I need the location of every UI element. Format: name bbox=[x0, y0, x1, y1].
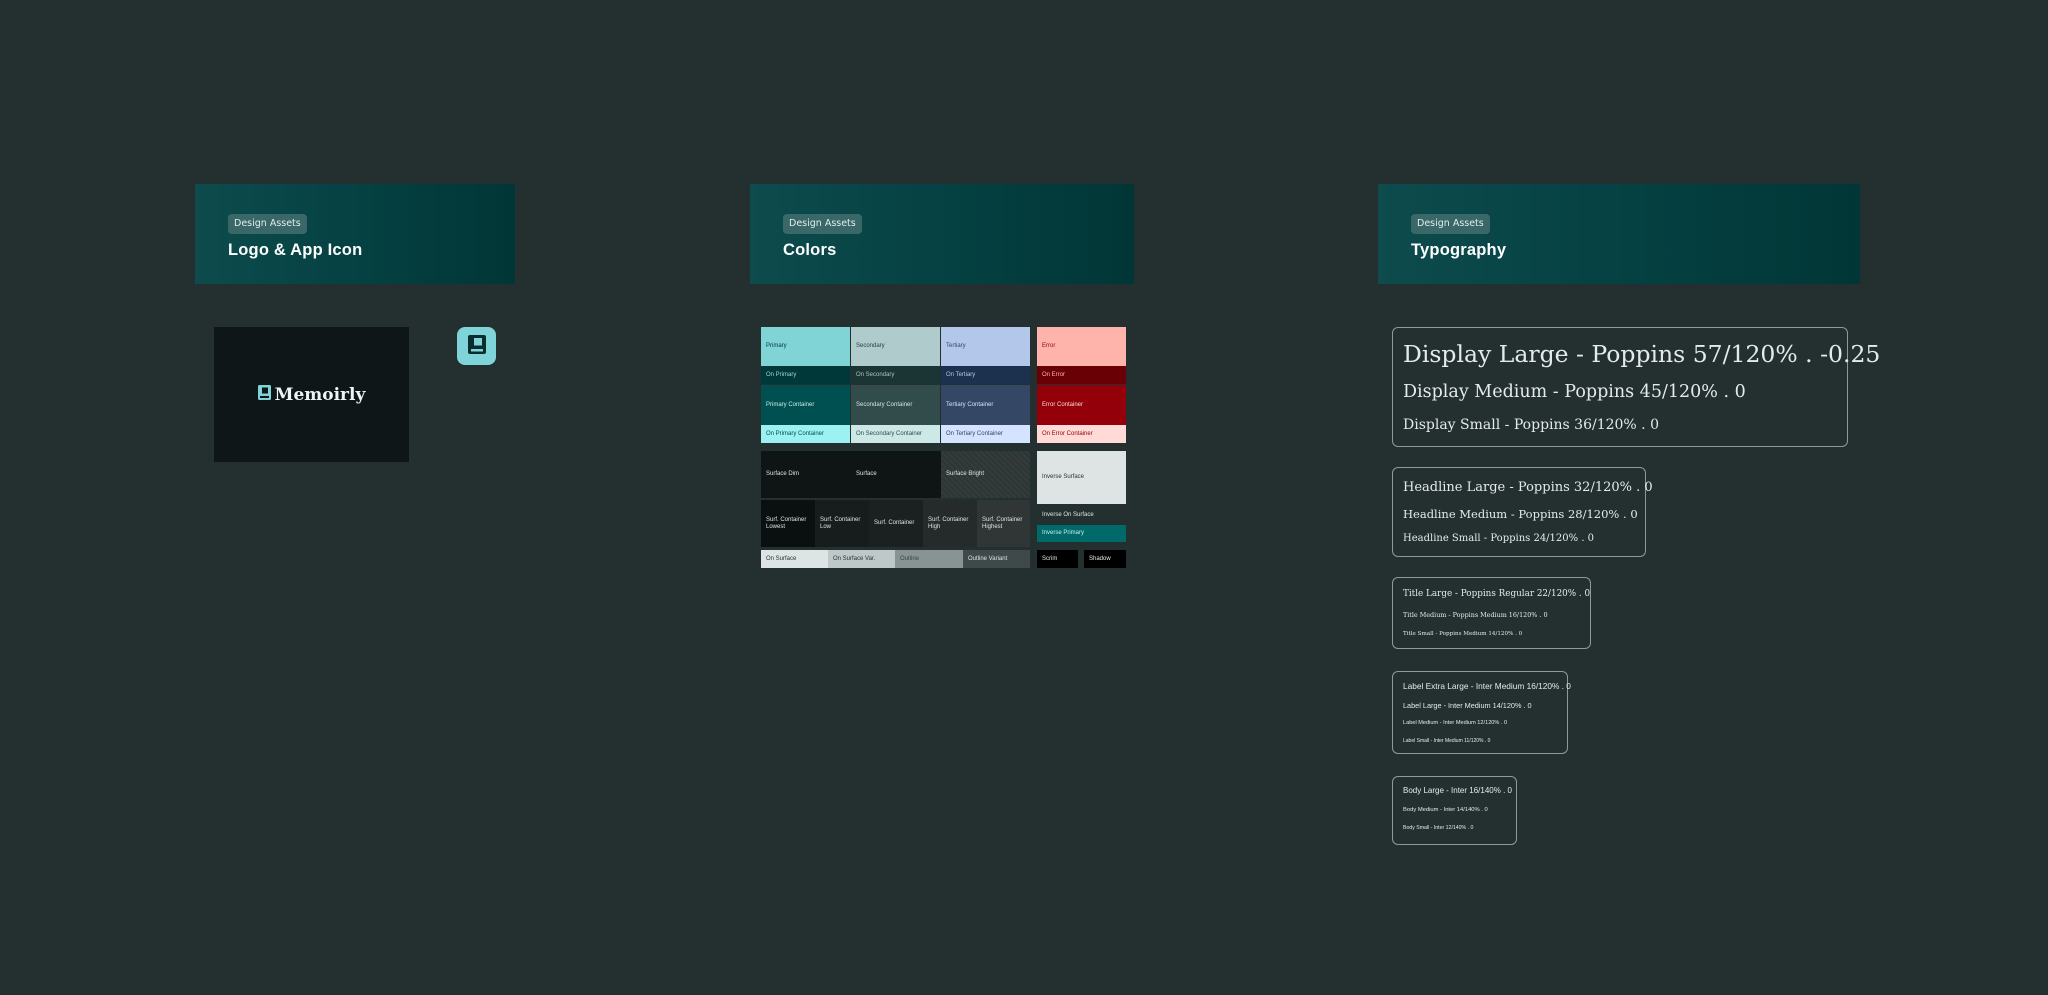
display-styles-box: Display Large - Poppins 57/120% . -0.25 … bbox=[1392, 327, 1880, 447]
swatch-on-error: On Error bbox=[1037, 366, 1126, 384]
swatch-surf-container-low: Surf. Container Low bbox=[815, 500, 869, 547]
display-large-sample: Display Large - Poppins 57/120% . -0.25 bbox=[1403, 340, 1881, 368]
swatch-on-surface: On Surface bbox=[761, 550, 828, 568]
swatch-primary: Primary bbox=[761, 327, 850, 366]
headline-small-sample: Headline Small - Poppins 24/120% . 0 bbox=[1403, 533, 1595, 544]
headline-styles-box: Headline Large - Poppins 32/120% . 0 Hea… bbox=[1392, 467, 1653, 557]
swatch-primary-container: Primary Container bbox=[761, 385, 850, 425]
swatch-error: Error bbox=[1037, 327, 1126, 366]
app-icon bbox=[457, 327, 496, 365]
body-styles-box: Body Large - Inter 16/140% . 0 Body Medi… bbox=[1392, 776, 1517, 845]
label-styles-box: Label Extra Large - Inter Medium 16/120%… bbox=[1392, 671, 1571, 754]
swatch-secondary-container: Secondary Container bbox=[851, 385, 940, 425]
label-extra-large-sample: Label Extra Large - Inter Medium 16/120%… bbox=[1403, 681, 1571, 691]
title-small-sample: Title Small - Poppins Medium 14/120% . 0 bbox=[1403, 631, 1523, 637]
book-icon bbox=[257, 385, 271, 404]
swatch-error-container: Error Container bbox=[1037, 385, 1126, 425]
swatch-on-tertiary: On Tertiary bbox=[941, 366, 1030, 384]
body-large-sample: Body Large - Inter 16/140% . 0 bbox=[1403, 786, 1512, 795]
section-badge: Design Assets bbox=[228, 214, 307, 234]
swatch-scrim: Scrim bbox=[1037, 550, 1078, 568]
swatch-inverse-on-surface: Inverse On Surface bbox=[1037, 506, 1126, 524]
logo-preview-card: Memoirly bbox=[214, 327, 409, 462]
swatch-surf-container-high: Surf. Container High bbox=[923, 500, 977, 547]
swatch-on-error-container: On Error Container bbox=[1037, 425, 1126, 443]
title-large-sample: Title Large - Poppins Regular 22/120% . … bbox=[1403, 589, 1591, 599]
swatch-surface: Surface bbox=[851, 451, 941, 498]
swatch-outline-variant: Outline Variant bbox=[963, 550, 1030, 568]
swatch-on-primary: On Primary bbox=[761, 366, 850, 384]
display-small-sample: Display Small - Poppins 36/120% . 0 bbox=[1403, 417, 1659, 433]
swatch-surf-container: Surf. Container bbox=[869, 500, 923, 547]
colors-section-header: Design Assets Colors bbox=[750, 184, 1134, 284]
headline-medium-sample: Headline Medium - Poppins 28/120% . 0 bbox=[1403, 507, 1638, 521]
swatch-surf-container-lowest: Surf. Container Lowest bbox=[761, 500, 815, 547]
swatch-on-primary-container: On Primary Container bbox=[761, 425, 850, 443]
swatch-inverse-primary: Inverse Primary bbox=[1037, 525, 1126, 542]
title-medium-sample: Title Medium - Poppins Medium 16/120% . … bbox=[1403, 611, 1548, 619]
logo-wordmark: Memoirly bbox=[257, 384, 366, 405]
swatch-surface-dim: Surface Dim bbox=[761, 451, 851, 498]
swatch-tertiary: Tertiary bbox=[941, 327, 1030, 366]
swatch-tertiary-container: Tertiary Container bbox=[941, 385, 1030, 425]
headline-large-sample: Headline Large - Poppins 32/120% . 0 bbox=[1403, 480, 1653, 495]
swatch-shadow: Shadow bbox=[1084, 550, 1126, 568]
label-small-sample: Label Small - Inter Medium 11/120% . 0 bbox=[1403, 738, 1491, 744]
section-title: Logo & App Icon bbox=[228, 241, 363, 259]
body-small-sample: Body Small - Inter 12/140% . 0 bbox=[1403, 825, 1474, 831]
swatch-on-secondary-container: On Secondary Container bbox=[851, 425, 940, 443]
swatch-surface-bright: Surface Bright bbox=[941, 451, 1030, 498]
label-medium-sample: Label Medium - Inter Medium 12/120% . 0 bbox=[1403, 720, 1508, 726]
label-large-sample: Label Large - Inter Medium 14/120% . 0 bbox=[1403, 701, 1532, 710]
section-title: Colors bbox=[783, 241, 837, 259]
section-badge: Design Assets bbox=[1411, 214, 1490, 234]
title-styles-box: Title Large - Poppins Regular 22/120% . … bbox=[1392, 577, 1591, 649]
swatch-on-tertiary-container: On Tertiary Container bbox=[941, 425, 1030, 443]
swatch-on-secondary: On Secondary bbox=[851, 366, 940, 384]
logo-text: Memoirly bbox=[274, 384, 366, 405]
swatch-surf-container-highest: Surf. Container Highest bbox=[977, 500, 1030, 547]
section-badge: Design Assets bbox=[783, 214, 862, 234]
display-medium-sample: Display Medium - Poppins 45/120% . 0 bbox=[1403, 382, 1746, 402]
body-medium-sample: Body Medium - Inter 14/140% . 0 bbox=[1403, 807, 1488, 813]
logo-section-header: Design Assets Logo & App Icon bbox=[195, 184, 515, 284]
typography-section-header: Design Assets Typography bbox=[1378, 184, 1860, 284]
swatch-on-surface-var: On Surface Var. bbox=[828, 550, 895, 568]
swatch-inverse-surface: Inverse Surface bbox=[1037, 451, 1126, 504]
swatch-secondary: Secondary bbox=[851, 327, 940, 366]
book-icon bbox=[467, 334, 486, 358]
section-title: Typography bbox=[1411, 241, 1507, 259]
swatch-outline: Outline bbox=[895, 550, 963, 568]
